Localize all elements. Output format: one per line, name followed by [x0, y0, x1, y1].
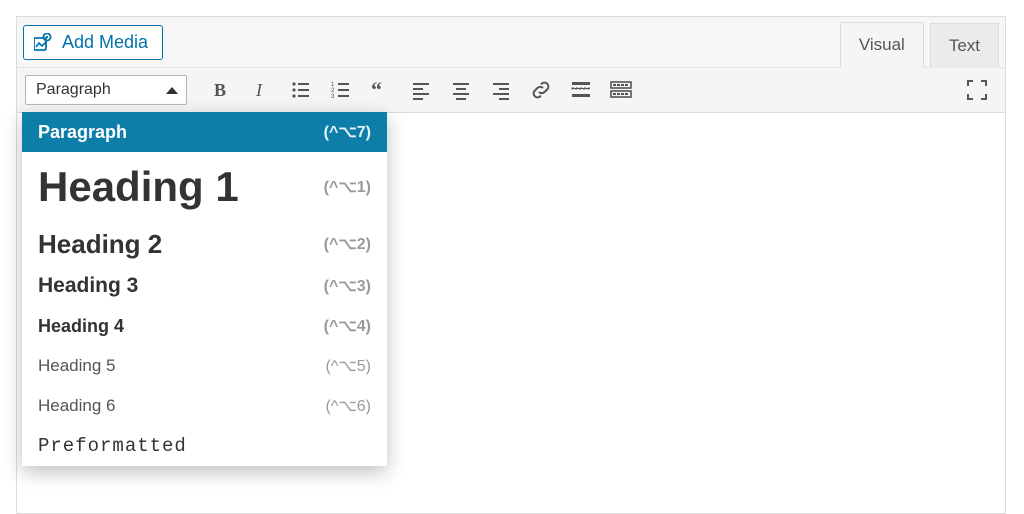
- link-icon: [530, 79, 552, 101]
- format-select[interactable]: Paragraph: [25, 75, 187, 105]
- bullet-list-button[interactable]: [282, 72, 320, 108]
- number-list-icon: 123: [330, 79, 352, 101]
- align-left-icon: [410, 79, 432, 101]
- format-option-h3[interactable]: Heading 3 (^⌥3): [22, 266, 387, 306]
- blockquote-icon: “: [370, 79, 392, 101]
- read-more-button[interactable]: [562, 72, 600, 108]
- format-option-paragraph[interactable]: Paragraph (^⌥7): [22, 112, 387, 152]
- format-option-shortcut: (^⌥6): [326, 396, 372, 416]
- align-left-button[interactable]: [402, 72, 440, 108]
- format-option-shortcut: (^⌥4): [324, 316, 371, 336]
- format-select-value: Paragraph: [36, 81, 111, 99]
- add-media-label: Add Media: [62, 32, 148, 53]
- editor-top-row: Add Media Visual Text: [17, 17, 1005, 68]
- format-option-label: Heading 5: [38, 356, 116, 376]
- blockquote-button[interactable]: “: [362, 72, 400, 108]
- bullet-list-icon: [290, 79, 312, 101]
- bold-icon: B: [210, 79, 232, 101]
- media-icon: [34, 33, 54, 51]
- format-option-label: Heading 2: [38, 229, 162, 260]
- italic-button[interactable]: I: [242, 72, 280, 108]
- format-option-h4[interactable]: Heading 4 (^⌥4): [22, 306, 387, 346]
- format-option-label: Heading 1: [38, 163, 239, 211]
- format-option-pre[interactable]: Preformatted: [22, 426, 387, 466]
- format-option-h6[interactable]: Heading 6 (^⌥6): [22, 386, 387, 426]
- caret-up-icon: [166, 87, 178, 94]
- format-option-shortcut: (^⌥2): [324, 234, 371, 254]
- format-dropdown: Paragraph (^⌥7) Heading 1 (^⌥1) Heading 2 (^⌥…: [22, 112, 387, 466]
- format-option-shortcut: (^⌥1): [324, 177, 371, 197]
- fullscreen-button[interactable]: [958, 72, 996, 108]
- number-list-button[interactable]: 123: [322, 72, 360, 108]
- tab-visual-label: Visual: [859, 35, 905, 54]
- format-option-shortcut: (^⌥3): [324, 276, 371, 296]
- format-option-h1[interactable]: Heading 1 (^⌥1): [22, 152, 387, 222]
- format-option-label: Paragraph: [38, 122, 127, 143]
- format-option-label: Heading 4: [38, 316, 124, 337]
- format-option-label: Heading 3: [38, 274, 138, 298]
- format-option-h2[interactable]: Heading 2 (^⌥2): [22, 222, 387, 266]
- tab-text-label: Text: [949, 36, 980, 55]
- svg-text:3: 3: [331, 94, 335, 100]
- editor-tabs: Visual Text: [834, 17, 999, 67]
- fullscreen-icon: [966, 79, 988, 101]
- svg-text:I: I: [255, 80, 263, 100]
- format-option-h5[interactable]: Heading 5 (^⌥5): [22, 346, 387, 386]
- format-option-label: Heading 6: [38, 396, 116, 416]
- add-media-button[interactable]: Add Media: [23, 25, 163, 60]
- align-right-icon: [490, 79, 512, 101]
- svg-text:“: “: [371, 79, 382, 101]
- tab-visual[interactable]: Visual: [840, 22, 924, 68]
- format-option-shortcut: (^⌥7): [324, 122, 371, 142]
- toolbar-toggle-button[interactable]: [602, 72, 640, 108]
- svg-text:B: B: [214, 80, 226, 100]
- tab-text[interactable]: Text: [930, 23, 999, 68]
- align-center-icon: [450, 79, 472, 101]
- toolbar-toggle-icon: [609, 79, 633, 101]
- italic-icon: I: [250, 79, 272, 101]
- editor-toolbar: Paragraph B I 123 “: [17, 68, 1005, 113]
- format-option-shortcut: (^⌥5): [326, 356, 372, 376]
- align-center-button[interactable]: [442, 72, 480, 108]
- format-option-label: Preformatted: [38, 435, 187, 457]
- align-right-button[interactable]: [482, 72, 520, 108]
- link-button[interactable]: [522, 72, 560, 108]
- bold-button[interactable]: B: [202, 72, 240, 108]
- read-more-icon: [570, 79, 592, 101]
